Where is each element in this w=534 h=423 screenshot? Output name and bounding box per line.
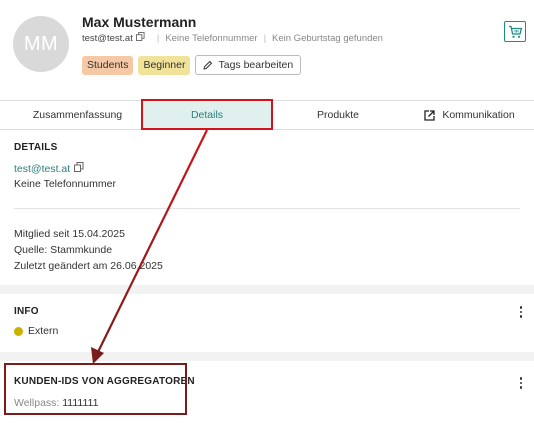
tab-bar: Zusammenfassung Details Produkte Kommuni… [0,100,534,130]
details-email[interactable]: test@test.at [14,163,70,175]
details-title: DETAILS [14,142,58,153]
tag-students: Students [82,55,134,75]
tab-details[interactable]: Details [143,101,271,129]
separator: | [263,32,267,44]
tab-kommunikation-label: Kommunikation [442,109,515,121]
customer-name: Max Mustermann [82,14,197,30]
external-link-icon [424,109,435,121]
aggregators-title: KUNDEN-IDS VON AGGREGATOREN [14,376,195,387]
section-separator [0,352,534,361]
header-email[interactable]: test@test.at [82,33,133,44]
copy-icon[interactable] [74,162,84,175]
avatar: MM [13,16,69,72]
wellpass-row: Wellpass: 1111111 [14,397,98,409]
cart-button[interactable] [504,21,526,42]
tab-produkte[interactable]: Produkte [271,101,405,129]
info-status: Extern [28,325,59,337]
tag-list: Students Beginner Tags bearbeiten [82,55,302,75]
info-title: INFO [14,306,39,317]
details-email-row: test@test.at [14,162,84,175]
contact-meta: test@test.at | Keine Telefonnummer | Kei… [82,32,383,44]
wellpass-label: Wellpass: [14,397,60,409]
info-menu-icon[interactable] [518,305,524,319]
header-birthday: Kein Geburtstag gefunden [272,32,383,44]
edit-tags-label: Tags bearbeiten [218,59,294,71]
edit-tags-button[interactable]: Tags bearbeiten [195,55,302,75]
status-dot-icon [14,327,23,336]
separator: | [156,32,160,44]
section-separator [0,285,534,294]
header-phone: Keine Telefonnummer [165,32,258,44]
divider [14,208,520,209]
wellpass-id: 1111111 [62,397,99,409]
details-phone: Keine Telefonnummer [14,178,116,190]
aggregators-menu-icon[interactable] [518,376,524,390]
copy-icon[interactable] [135,32,145,44]
member-since: Mitglied seit 15.04.2025 [14,228,125,240]
source: Quelle: Stammkunde [14,244,113,256]
last-changed: Zuletzt geändert am 26.06.2025 [14,260,163,272]
profile-header: MM Max Mustermann test@test.at | Keine T… [0,0,534,100]
pencil-icon [203,60,213,70]
tab-zusammenfassung[interactable]: Zusammenfassung [0,101,155,129]
tag-beginner: Beginner [138,55,191,75]
cart-icon [508,25,522,38]
tab-kommunikation[interactable]: Kommunikation [405,101,534,129]
